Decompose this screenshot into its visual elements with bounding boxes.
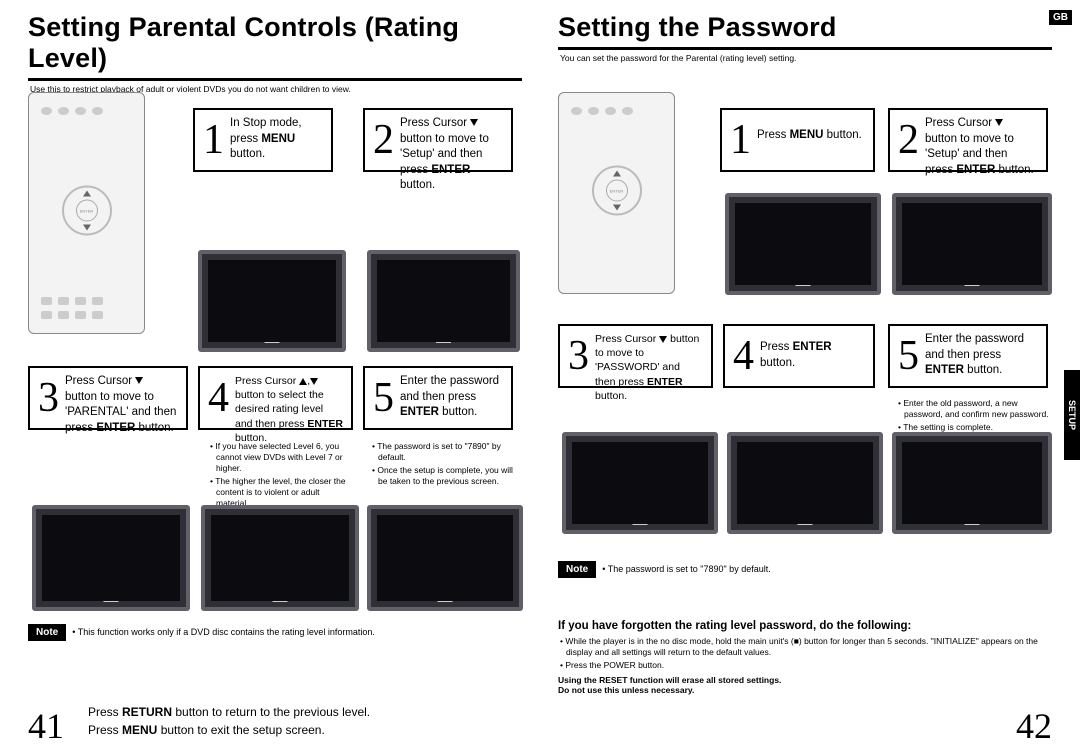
tv-screenshot: ▬▬▬ SETUP > PARENTALLEVEL 8 LEVEL 7 LEVE… (201, 505, 359, 611)
step-text: Press Cursor button to move to 'PASSWORD… (595, 332, 703, 380)
bullet: If you have selected Level 6, you cannot… (216, 441, 353, 474)
warning: Do not use this unless necessary. (558, 685, 1056, 695)
footer-line: Press RETURN button to return to the pre… (88, 705, 370, 719)
page-title: Setting Parental Controls (Rating Level) (28, 12, 459, 73)
tv-screenshot: ▬▬▬ Press Enter keyfor Disc Menu (725, 193, 881, 295)
step-number: 2 (898, 116, 919, 164)
tv-screenshot: ▬▬▬ SETUP LANGUAGE TV DISPLAYWIDE DRCON … (892, 193, 1052, 295)
bullet: Once the setup is complete, you will be … (378, 465, 515, 487)
step-text: Press Cursor button to move to 'Setup' a… (400, 116, 503, 164)
bullet: Press the POWER button. (566, 660, 1056, 671)
step-number: 1 (730, 116, 751, 164)
tv-screenshot: ▬▬▬ SETUP LANGUAGE TV DISPLAYWIDE DRCON … (562, 432, 718, 534)
language-badge: GB (1049, 10, 1072, 25)
step-text: Press MENU button. (757, 116, 862, 164)
page-number: 42 (1016, 705, 1052, 747)
step-number: 5 (898, 332, 919, 380)
step-number: 4 (208, 374, 229, 422)
step-number: 4 (733, 332, 754, 380)
note-badge: Note (558, 561, 596, 578)
bullet: Enter the old password, a new password, … (904, 398, 1051, 420)
tv-screenshot: ▬▬▬ Old ▯ ▯ ▯ ▯ New ▯ ▯ ▯ ▯ Confirm ▯ ▯ … (892, 432, 1052, 534)
step-text: Press Cursor , button to select the desi… (235, 374, 343, 422)
warning: Using the RESET function will erase all … (558, 675, 1056, 685)
step-number: 1 (203, 116, 224, 164)
step-number: 3 (38, 374, 59, 422)
forgot-heading: If you have forgotten the rating level p… (558, 620, 1056, 632)
tv-screenshot: ▬▬▬ SETUP LANGUAGE TV DISPLAYWIDE PARENT… (367, 250, 520, 352)
page-title: Setting the Password (558, 12, 837, 42)
remote-illustration: ENTER (558, 92, 675, 294)
step-text: Press Cursor button to move to 'Setup' a… (925, 116, 1038, 164)
tv-screenshot: ▬▬▬ SETUP > PASSWORDCHANGE (727, 432, 883, 534)
step-text: Press Cursor button to move to 'PARENTAL… (65, 374, 178, 422)
footer-line: Press MENU button to exit the setup scre… (88, 723, 370, 737)
note-text: • The password is set to "7890" by defau… (602, 561, 770, 574)
remote-illustration: ENTER (28, 92, 145, 334)
bullet: The password is set to "7890" by default… (378, 441, 515, 463)
tv-screenshot: ▬▬▬ SETUP LANGUAGE TV DISPLAYWIDE PARENT… (32, 505, 190, 611)
step-number: 5 (373, 374, 394, 422)
bullet: While the player is in the no disc mode,… (566, 636, 1056, 658)
tv-screenshot: ▬▬▬ ▯ ▯ ▯ ▯ (367, 505, 523, 611)
step-text: Enter the password and then press ENTER … (400, 374, 503, 422)
step-number: 2 (373, 116, 394, 164)
subtitle: You can set the password for the Parenta… (560, 53, 1052, 63)
step-text: Enter the password and then press ENTER … (925, 332, 1038, 380)
note-text: • This function works only if a DVD disc… (72, 624, 375, 637)
note-badge: Note (28, 624, 66, 641)
step-number: 3 (568, 332, 589, 380)
step-text: Press ENTER button. (760, 332, 865, 380)
page-number: 41 (28, 705, 64, 747)
section-tab: SETUP (1064, 370, 1080, 460)
tv-screenshot: ▬▬▬ Press Enter keyfor Disc Menu (198, 250, 346, 352)
step-text: In Stop mode, press MENU button. (230, 116, 323, 164)
